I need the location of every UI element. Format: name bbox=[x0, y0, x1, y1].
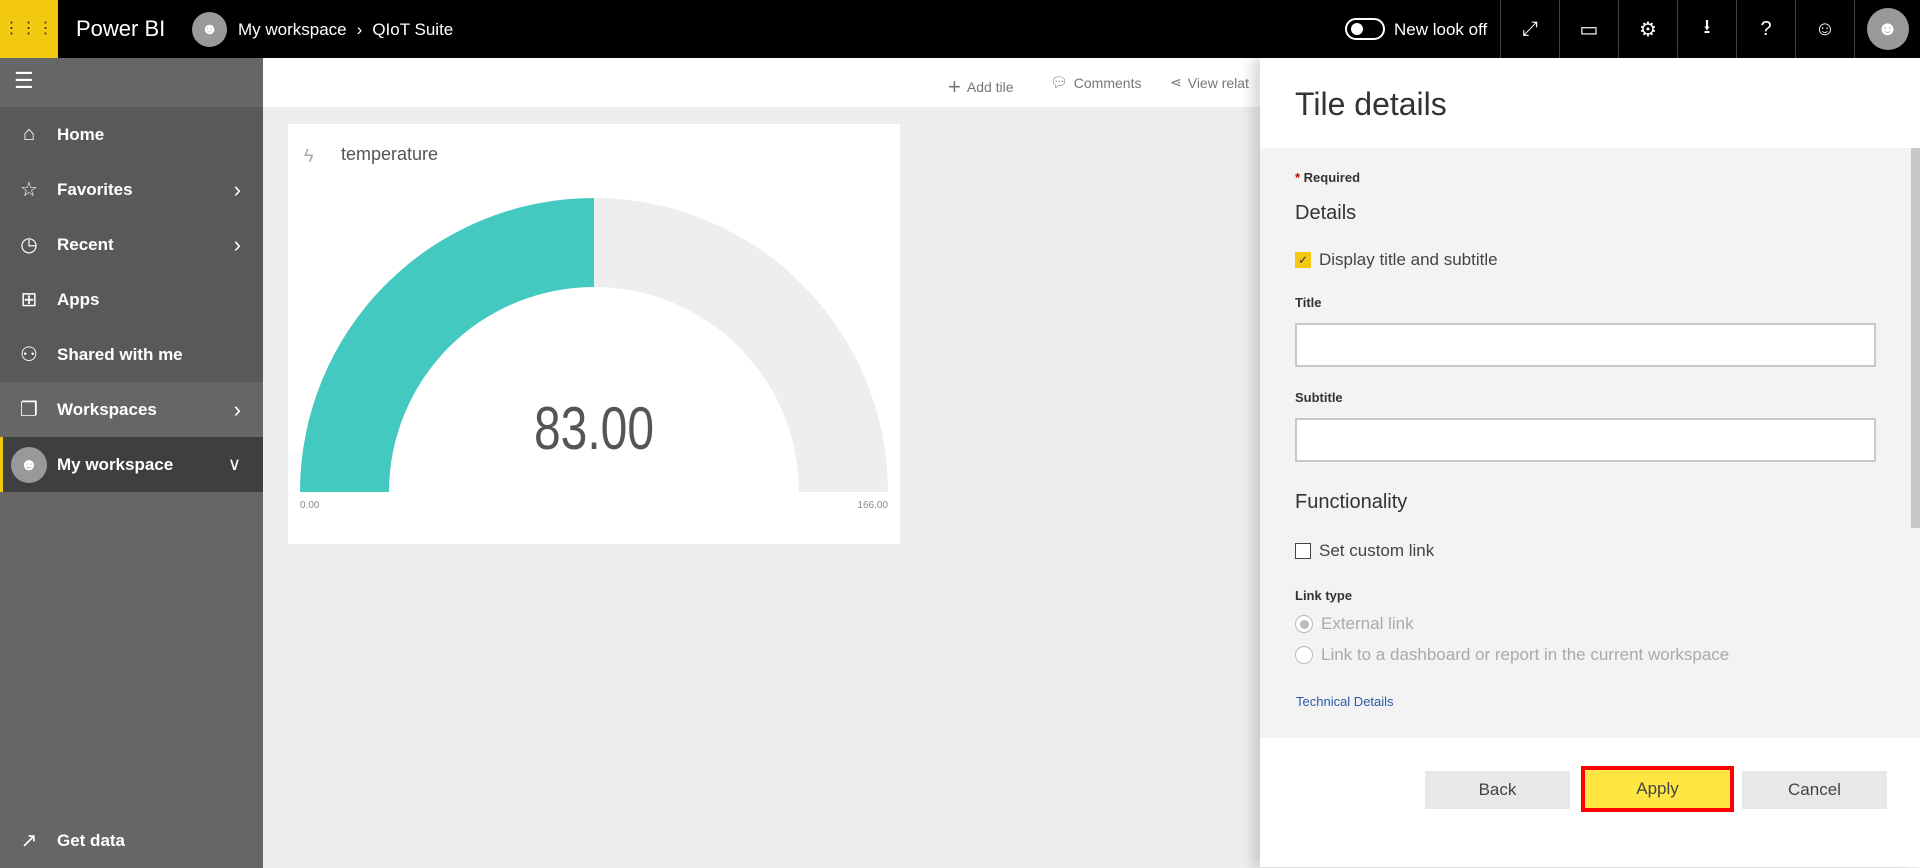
panel-body: * Required Details ✓ Display title and s… bbox=[1260, 148, 1920, 738]
scrollbar[interactable] bbox=[1911, 148, 1920, 528]
app-name: Power BI bbox=[76, 16, 166, 41]
gear-icon[interactable]: ⚙ bbox=[1618, 0, 1677, 58]
external-link-radio[interactable]: External link bbox=[1295, 614, 1414, 634]
app-launcher-button[interactable]: ⋮⋮⋮ bbox=[0, 0, 58, 58]
sidebar: ☰ ⌂ Home ☆ Favorites › ◷ Recent › ⊞ Apps ⚇ Shar… bbox=[0, 58, 263, 868]
expand-icon[interactable]: ⤢ bbox=[1500, 0, 1559, 58]
plus-icon: + bbox=[948, 74, 961, 99]
gauge-max-label: 166.00 bbox=[857, 500, 888, 511]
subtitle-input[interactable] bbox=[1295, 418, 1876, 462]
title-input[interactable] bbox=[1295, 323, 1876, 367]
get-data-label: Get data bbox=[57, 830, 126, 850]
help-icon[interactable]: ? bbox=[1736, 0, 1795, 58]
sidebar-item-recent[interactable]: ◷ Recent › bbox=[0, 217, 263, 272]
sidebar-item-label: Apps bbox=[57, 289, 100, 309]
workspaces-icon: ❐ bbox=[20, 399, 38, 421]
required-label: Required bbox=[1303, 170, 1361, 185]
gauge-value: 83.00 bbox=[533, 395, 655, 462]
command-bar: + Add tile 💬︎ Comments ⋖ View relat bbox=[263, 58, 1260, 107]
chevron-right-icon: › bbox=[356, 20, 363, 39]
add-tile-button[interactable]: + Add tile bbox=[948, 74, 1014, 100]
hamburger-icon[interactable]: ☰ bbox=[0, 58, 263, 107]
cancel-button[interactable]: Cancel bbox=[1742, 771, 1887, 809]
details-heading: Details bbox=[1295, 202, 1357, 224]
link-type-label: Link type bbox=[1295, 588, 1353, 603]
view-related-button[interactable]: ⋖ View relat bbox=[1170, 74, 1249, 91]
sidebar-item-label: Recent bbox=[57, 234, 114, 254]
shared-icon: ⚇ bbox=[20, 344, 38, 366]
panel-title: Tile details bbox=[1295, 86, 1447, 122]
gauge-tile[interactable]: ϟ temperature 83.00 0.00 166.00 bbox=[288, 124, 900, 544]
download-icon[interactable]: ⭳ bbox=[1677, 0, 1736, 58]
clock-icon: ◷ bbox=[20, 234, 38, 256]
radio-selected[interactable] bbox=[1295, 615, 1313, 633]
sidebar-item-label: Favorites bbox=[57, 179, 133, 199]
waffle-icon: ⋮⋮⋮ bbox=[3, 20, 55, 37]
radio-unselected[interactable] bbox=[1295, 646, 1313, 664]
sidebar-item-label: Workspaces bbox=[57, 399, 157, 419]
comments-label: Comments bbox=[1073, 74, 1142, 91]
account-area: ☻ bbox=[1854, 0, 1920, 58]
back-button[interactable]: Back bbox=[1425, 771, 1570, 809]
new-look-toggle[interactable] bbox=[1345, 18, 1385, 40]
required-note: * Required bbox=[1295, 170, 1361, 185]
user-avatar[interactable]: ☻ bbox=[1866, 8, 1909, 50]
arrow-up-right-icon: ↗ bbox=[20, 830, 38, 852]
subtitle-label: Subtitle bbox=[1295, 390, 1343, 405]
sidebar-item-my-workspace[interactable]: ☻ My workspace ∨ bbox=[0, 437, 263, 492]
internal-link-label: Link to a dashboard or report in the cur… bbox=[1321, 645, 1730, 664]
avatar: ☻ bbox=[11, 446, 47, 483]
chevron-down-icon: ∨ bbox=[227, 454, 241, 474]
breadcrumb-workspace[interactable]: My workspace bbox=[238, 20, 347, 40]
checkbox-checked[interactable]: ✓ bbox=[1295, 252, 1311, 268]
comment-icon[interactable]: ▭ bbox=[1559, 0, 1618, 58]
home-icon: ⌂ bbox=[22, 123, 36, 145]
sidebar-item-workspaces[interactable]: ❐ Workspaces › bbox=[0, 382, 263, 437]
tile-details-panel: Tile details * Required Details ✓ Displa… bbox=[1260, 58, 1920, 867]
add-tile-label: Add tile bbox=[966, 79, 1014, 95]
custom-link-checkbox[interactable]: Set custom link bbox=[1295, 541, 1434, 561]
breadcrumb-dashboard[interactable]: QIoT Suite bbox=[372, 20, 453, 40]
comment-icon: 💬︎ bbox=[1050, 74, 1068, 90]
custom-link-label: Set custom link bbox=[1319, 541, 1435, 560]
internal-link-radio[interactable]: Link to a dashboard or report in the cur… bbox=[1295, 645, 1729, 665]
chevron-right-icon: › bbox=[233, 176, 241, 202]
functionality-heading: Functionality bbox=[1295, 491, 1408, 513]
sidebar-item-home[interactable]: ⌂ Home bbox=[0, 107, 263, 162]
technical-details-link[interactable]: Technical Details bbox=[1296, 694, 1394, 709]
get-data-button[interactable]: ↗ Get data bbox=[0, 813, 263, 868]
external-link-label: External link bbox=[1321, 614, 1414, 633]
comments-button[interactable]: 💬︎ Comments bbox=[1050, 74, 1141, 91]
sidebar-item-label: My workspace bbox=[57, 454, 174, 474]
star-icon: ☆ bbox=[20, 179, 38, 201]
top-bar: ⋮⋮⋮ Power BI ☻ My workspace › QIoT Suite… bbox=[0, 0, 1920, 58]
gauge bbox=[300, 198, 888, 492]
title-label: Title bbox=[1295, 295, 1322, 310]
view-related-label: View relat bbox=[1187, 74, 1249, 91]
smiley-icon[interactable]: ☺ bbox=[1795, 0, 1854, 58]
display-title-label: Display title and subtitle bbox=[1319, 250, 1498, 269]
new-look-label: New look off bbox=[1394, 20, 1488, 39]
chevron-right-icon: › bbox=[233, 396, 241, 422]
sidebar-item-label: Shared with me bbox=[57, 344, 183, 364]
display-title-checkbox[interactable]: ✓ Display title and subtitle bbox=[1295, 250, 1498, 270]
related-icon: ⋖ bbox=[1170, 74, 1182, 90]
sidebar-item-favorites[interactable]: ☆ Favorites › bbox=[0, 162, 263, 217]
chevron-right-icon: › bbox=[233, 231, 241, 257]
sidebar-item-shared[interactable]: ⚇ Shared with me bbox=[0, 327, 263, 382]
apps-icon: ⊞ bbox=[20, 289, 38, 311]
workspace-avatar: ☻ bbox=[192, 12, 227, 47]
checkbox-unchecked[interactable] bbox=[1295, 543, 1311, 559]
gauge-min-label: 0.00 bbox=[300, 500, 320, 511]
sidebar-item-apps[interactable]: ⊞ Apps bbox=[0, 272, 263, 327]
breadcrumb: My workspace › QIoT Suite bbox=[238, 20, 453, 40]
apply-button[interactable]: Apply bbox=[1581, 766, 1734, 812]
sidebar-item-label: Home bbox=[57, 124, 105, 144]
